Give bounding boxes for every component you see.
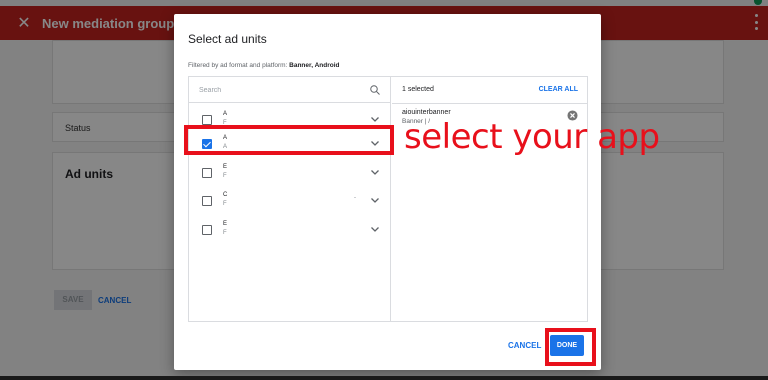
- select-ad-units-dialog: Select ad units Filtered by ad format an…: [174, 14, 601, 370]
- checkbox[interactable]: [202, 196, 212, 206]
- selected-count: 1 selected: [402, 86, 434, 93]
- selected-unit-name: aiouinterbanner: [402, 109, 451, 116]
- checkbox[interactable]: [202, 168, 212, 178]
- filter-value: Banner, Android: [289, 62, 340, 69]
- list-item[interactable]: E F: [189, 217, 390, 245]
- divider: [392, 103, 588, 104]
- filter-description: Filtered by ad format and platform: Bann…: [188, 62, 340, 69]
- list-item[interactable]: E F: [189, 160, 390, 188]
- unit-name: A: [223, 111, 228, 117]
- chevron-down-icon[interactable]: [370, 167, 380, 177]
- dialog-cancel-button[interactable]: CANCEL: [508, 341, 541, 350]
- ad-unit-list: A F A A E F C F -: [189, 77, 391, 321]
- search-row: [189, 77, 390, 103]
- bottom-edge: [0, 376, 768, 380]
- list-item[interactable]: C F -: [189, 188, 390, 216]
- clear-all-button[interactable]: CLEAR ALL: [539, 86, 578, 93]
- unit-subtitle: F: [223, 230, 227, 236]
- unit-subtitle: F: [223, 201, 227, 207]
- chevron-down-icon[interactable]: [370, 224, 380, 234]
- search-icon[interactable]: [369, 84, 381, 96]
- search-input[interactable]: [199, 83, 359, 97]
- annotation-highlight-row: [184, 125, 394, 155]
- unit-name: C: [223, 192, 228, 198]
- annotation-highlight-done: [545, 328, 596, 366]
- dialog-title: Select ad units: [188, 32, 267, 46]
- annotation-text: select your app: [404, 117, 660, 157]
- unit-name: E: [223, 164, 228, 170]
- unit-name: E: [223, 221, 228, 227]
- chevron-down-icon[interactable]: [370, 195, 380, 205]
- unit-subtitle: F: [223, 173, 227, 179]
- chevron-down-icon[interactable]: [370, 114, 380, 124]
- selected-units-pane: 1 selected CLEAR ALL aiouinterbanner Ban…: [392, 77, 588, 321]
- selection-panel: A F A A E F C F -: [188, 76, 588, 322]
- checkbox[interactable]: [202, 115, 212, 125]
- unit-dash: -: [354, 195, 356, 201]
- checkbox[interactable]: [202, 225, 212, 235]
